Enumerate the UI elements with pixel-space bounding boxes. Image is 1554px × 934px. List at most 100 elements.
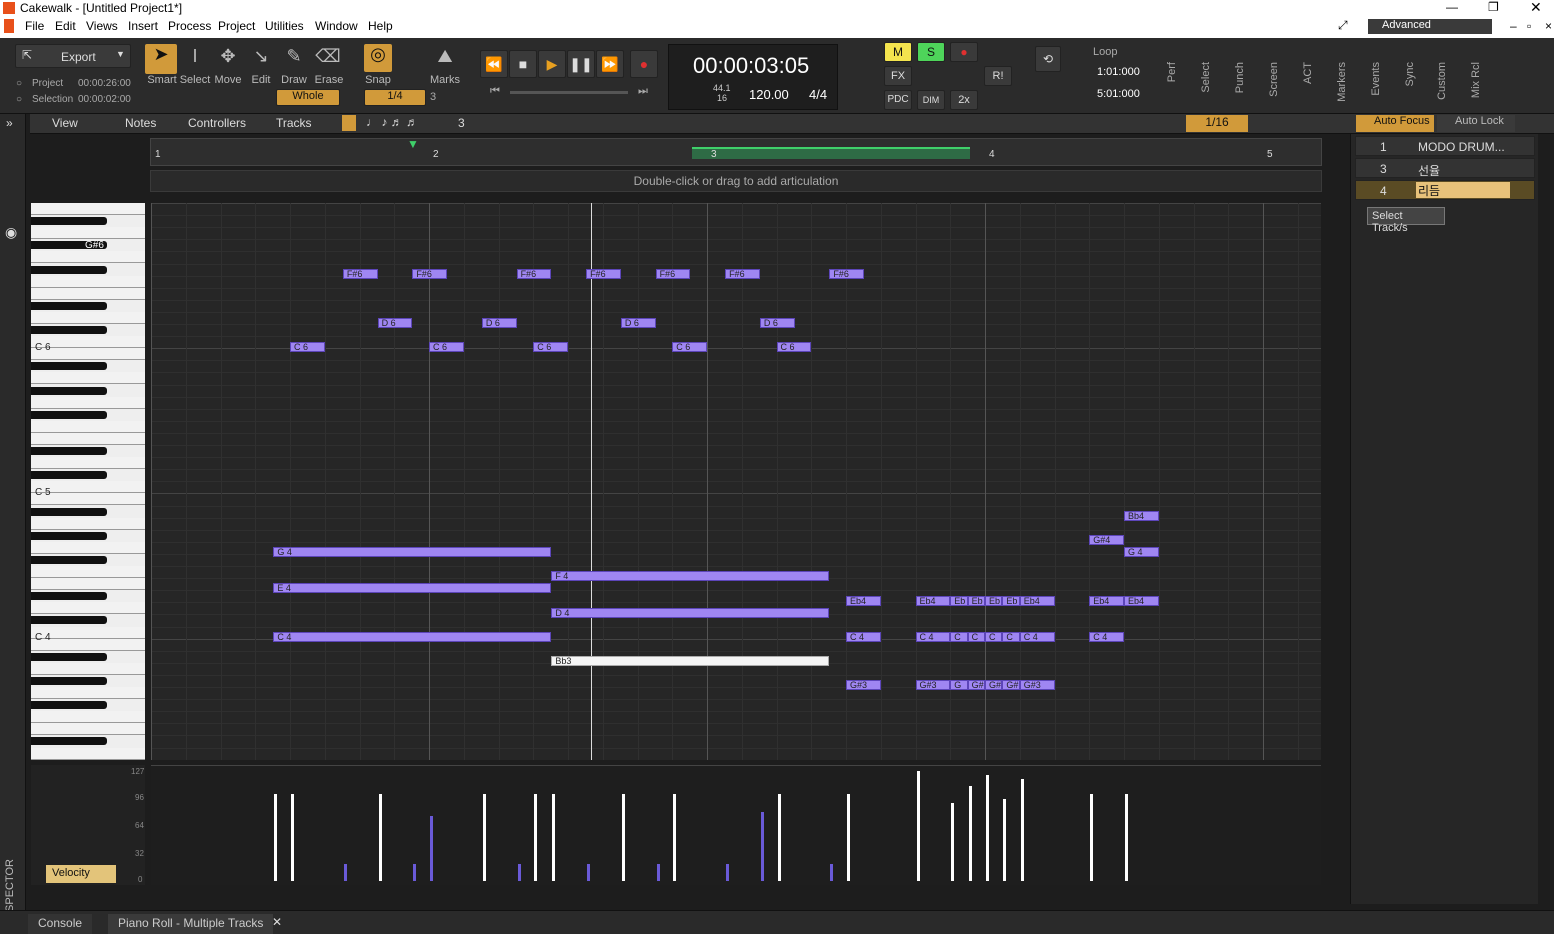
white-key[interactable] [31,275,145,288]
white-key[interactable] [31,287,145,300]
velocity-bar[interactable] [378,794,382,881]
loop-toggle-icon[interactable]: ⟲ [1035,46,1061,72]
black-key[interactable] [31,616,107,625]
velocity-bar[interactable] [413,863,417,881]
white-key[interactable] [31,432,145,445]
velocity-bar[interactable] [621,794,625,881]
midi-note[interactable]: Eb [985,596,1003,606]
white-key[interactable] [31,687,145,699]
velocity-bar[interactable] [673,794,677,881]
black-key[interactable] [31,701,107,710]
menu-edit[interactable]: Edit [55,19,76,33]
white-key[interactable] [31,578,145,591]
velocity-pane[interactable] [151,765,1321,885]
tempo-value[interactable]: 120.00 [749,87,789,102]
module-markers[interactable]: Markers [1336,62,1348,102]
close-icon[interactable]: ✕ [1530,0,1542,16]
midi-note[interactable]: F#6 [655,269,691,279]
selection-radio[interactable]: ○ [16,94,22,105]
x2-button[interactable]: 2x [950,90,978,110]
now-marker-icon[interactable]: ▼ [407,137,419,151]
midi-note[interactable]: Eb [1002,596,1020,606]
smart-tool-button[interactable]: ➤ [145,44,177,74]
velocity-bar[interactable] [274,794,278,881]
doc-close-icon[interactable]: × [1545,19,1552,33]
velocity-bar[interactable] [482,794,486,881]
midi-note[interactable]: C 6 [776,342,812,352]
midi-note[interactable]: D 6 [481,318,517,328]
black-key[interactable] [31,676,107,685]
grid-resolution-select[interactable]: 1/16 [1186,115,1248,132]
midi-note[interactable]: G#4 [1089,535,1124,545]
midi-note[interactable]: E 4 [273,583,552,593]
black-key[interactable] [31,217,107,226]
black-key[interactable] [31,386,107,395]
velocity-bar[interactable] [847,794,850,881]
arm-icon[interactable]: ● [950,42,978,62]
black-key[interactable] [31,326,107,334]
midi-note[interactable]: C [967,632,985,642]
draw-tool-icon[interactable]: ✎ [279,46,309,67]
black-key[interactable] [31,471,107,480]
meter-value[interactable]: 4/4 [809,87,827,102]
snap-tuplet[interactable]: 3 [430,91,436,103]
black-key[interactable] [31,301,107,310]
time-display[interactable]: 00:00:03:05 44.1 16 120.00 4/4 [668,44,838,110]
black-key[interactable] [31,410,107,419]
timeline-ruler[interactable]: ▼ 1 2 3 4 5 [150,137,1322,166]
module-screen[interactable]: Screen [1268,62,1280,97]
velocity-bar[interactable] [656,863,660,881]
midi-note[interactable]: F#6 [342,269,378,279]
midi-note[interactable]: Eb4 [1019,596,1055,606]
velocity-bar[interactable] [1090,794,1094,881]
midi-note[interactable]: C 6 [290,342,325,352]
pause-button[interactable]: ❚❚ [567,50,595,78]
select-tool-icon[interactable]: I [180,46,210,67]
white-key[interactable] [31,251,145,264]
midi-note[interactable]: C 6 [672,342,707,352]
white-key[interactable] [31,723,145,736]
velocity-select[interactable]: Velocity [46,865,116,883]
module-events[interactable]: Events [1370,62,1382,96]
midi-note[interactable]: Eb4 [1124,596,1159,606]
snap-note-icon[interactable] [342,115,356,131]
midi-note[interactable]: D 6 [759,318,795,328]
menu-window[interactable]: Window [315,19,358,33]
midi-note[interactable]: Eb [967,596,985,606]
note-grid[interactable]: F#6 F#6 F#6 F#6 F#6 F#6 F#6 D 6 D 6 D 6 D 6 C 6 C 6 C… [151,203,1321,760]
midi-note[interactable]: G 4 [273,547,552,557]
project-radio[interactable]: ○ [16,78,22,89]
midi-note[interactable]: G# [985,680,1003,690]
midi-note[interactable]: Bb4 [1124,511,1159,521]
white-key[interactable] [31,566,145,578]
auto-focus-button[interactable]: Auto Focus [1356,115,1434,132]
loop-start[interactable]: 1:01:000 [1097,66,1140,78]
auto-lock-button[interactable]: Auto Lock [1437,115,1515,132]
black-key[interactable] [31,652,107,661]
midi-note[interactable]: G#3 [846,680,881,690]
white-key[interactable] [31,602,145,615]
velocity-bar[interactable] [534,794,538,881]
erase-tool-icon[interactable]: ⌫ [313,46,343,67]
fx-button[interactable]: FX [884,66,912,86]
view-menu[interactable]: View [52,116,78,130]
midi-note[interactable]: F#6 [412,269,448,279]
midi-note[interactable]: F#6 [516,269,552,279]
restore-icon[interactable]: ❐ [1488,0,1499,14]
expand-icon[interactable]: » [6,116,13,130]
menu-views[interactable]: Views [86,19,118,33]
midi-note[interactable]: Eb [950,596,968,606]
black-key[interactable] [31,507,107,516]
white-key[interactable] [31,747,145,760]
workspace-select[interactable]: Advanced [1368,19,1492,34]
white-key[interactable] [31,457,145,470]
menu-utilities[interactable]: Utilities [265,19,304,33]
piano-keyboard[interactable]: G#6 C 6 C 5 C 4 [31,203,145,760]
midi-note[interactable]: C [950,632,968,642]
white-key[interactable] [31,420,145,433]
doc-restore-icon[interactable]: ▫ [1527,19,1531,33]
snap-resolution-select[interactable]: 1/4 [364,89,426,106]
velocity-bar[interactable] [1003,798,1007,881]
midi-note[interactable]: C 4 [1089,632,1124,642]
dim-button[interactable]: DIM [917,90,945,110]
